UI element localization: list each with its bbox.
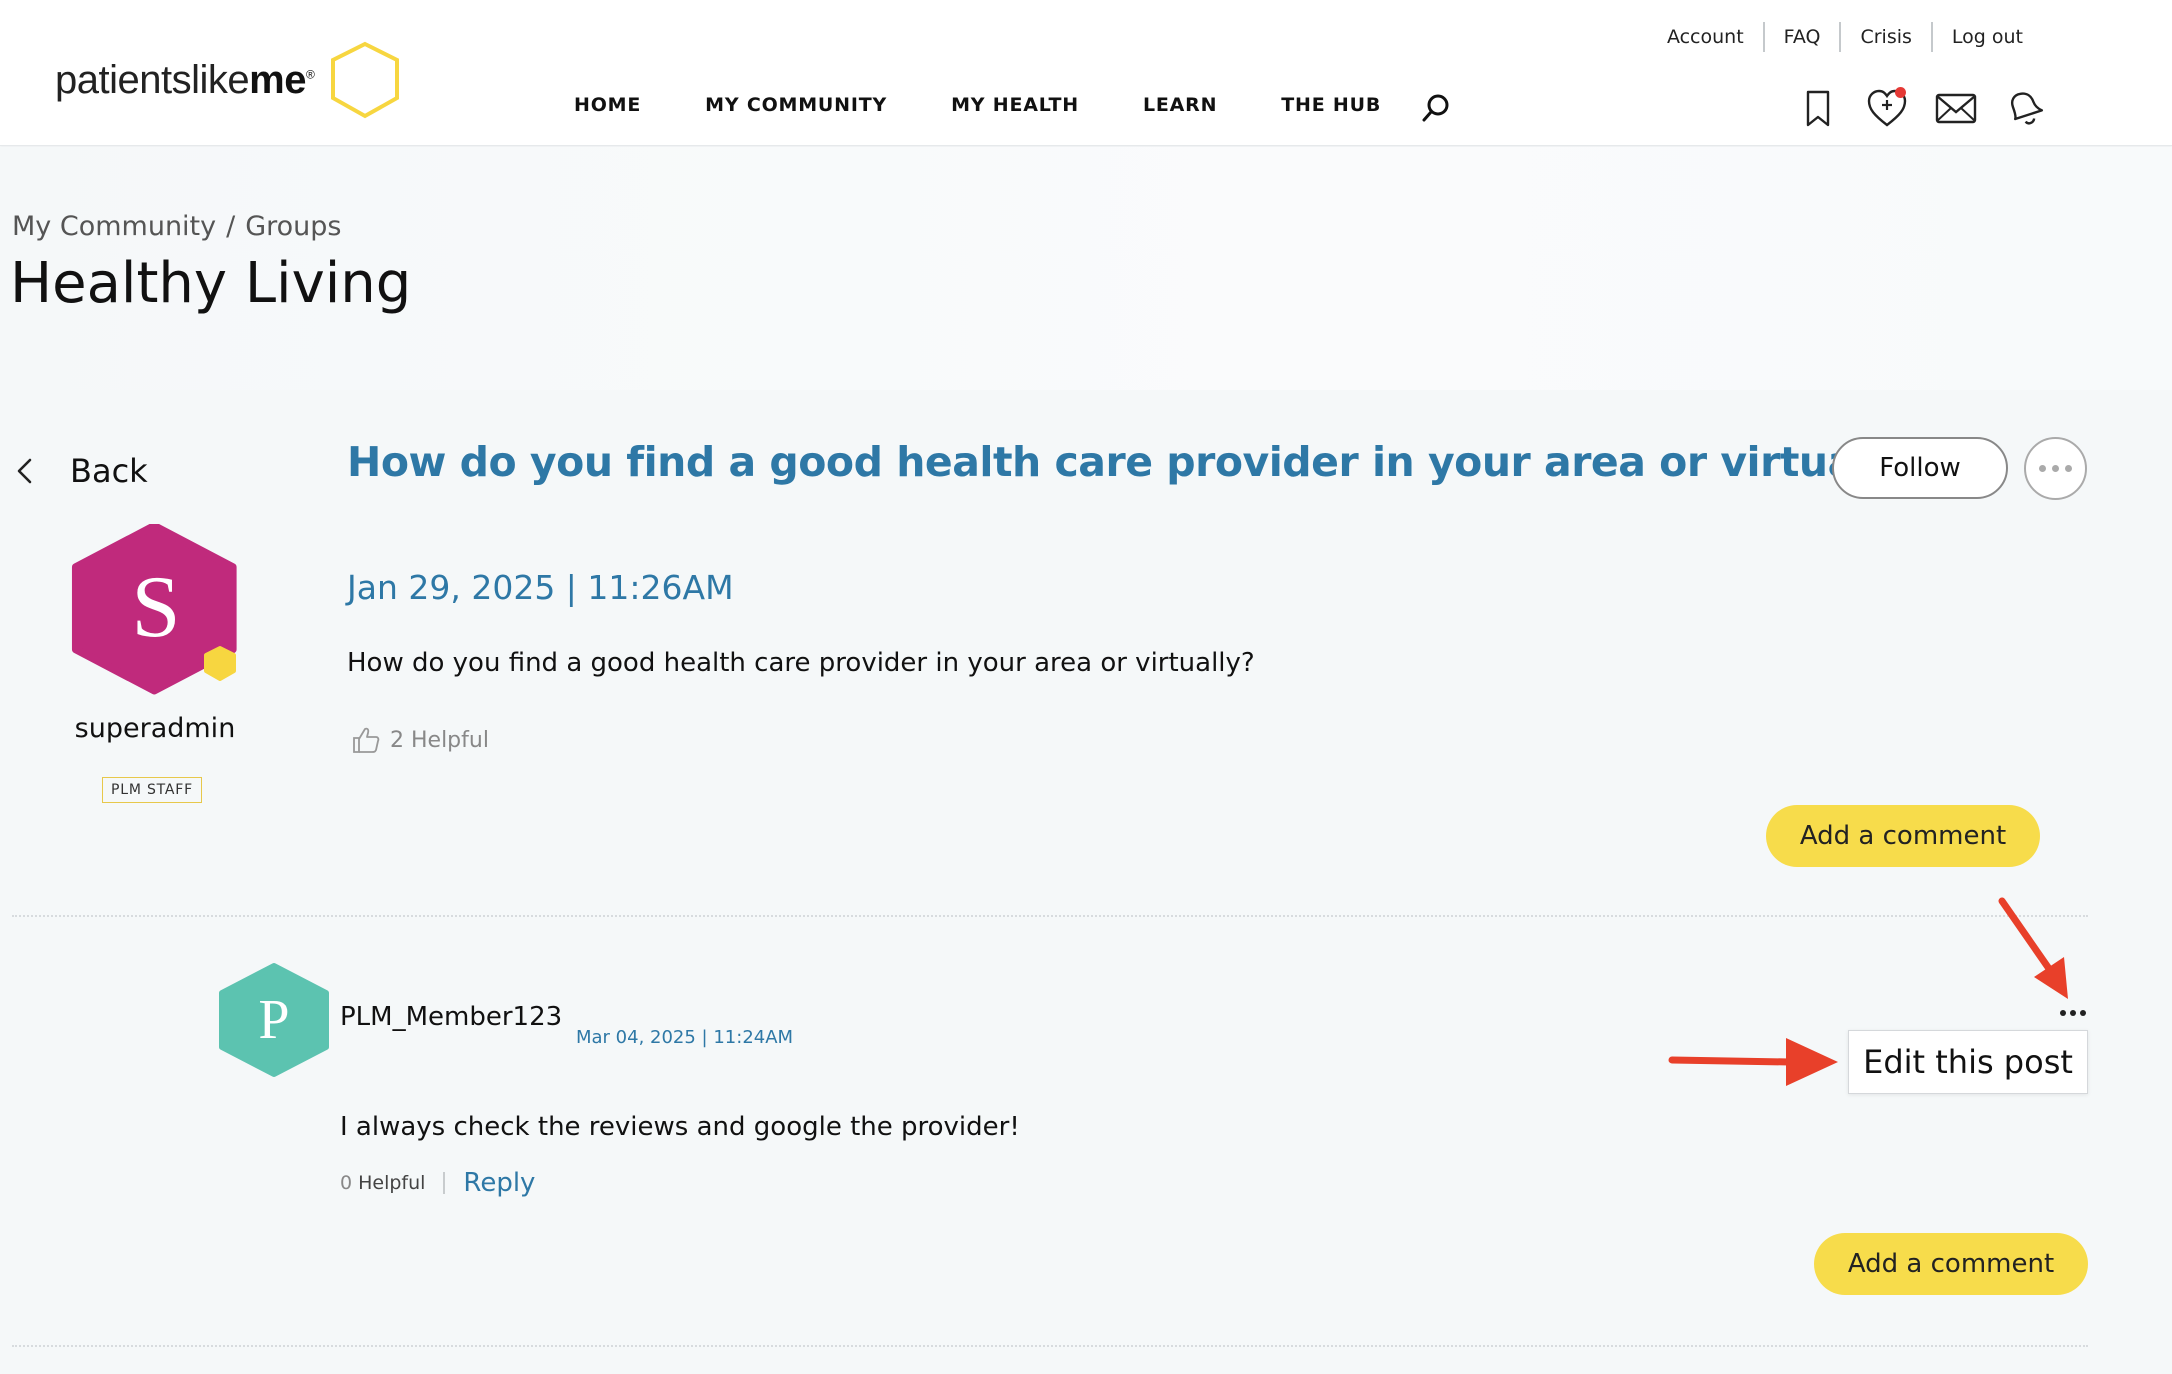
nav-learn[interactable]: LEARN [1143,94,1217,116]
mail-icon[interactable] [1933,85,1979,131]
comment-author-name[interactable]: PLM_Member123 [340,1002,562,1032]
staff-hex-badge [204,646,236,681]
dot [2070,1010,2076,1016]
breadcrumb-separator: / [226,211,236,242]
nav-my-health[interactable]: MY HEALTH [951,94,1079,116]
comment-body: I always check the reviews and google th… [340,1112,1020,1142]
main-navigation: HOME MY COMMUNITY MY HEALTH LEARN THE HU… [574,94,1445,116]
patientslikeme-logo[interactable]: patientslikeme® [55,40,399,120]
back-button[interactable]: Back [14,452,148,490]
comment-helpful-count: 0 [340,1172,353,1194]
helpful-count: 2 Helpful [390,727,489,753]
back-label: Back [70,452,148,490]
add-comment-button[interactable]: Add a comment [1766,805,2040,867]
comment-more-options-button[interactable] [2058,1010,2088,1016]
author-name[interactable]: superadmin [0,713,310,744]
dot [2052,465,2059,472]
page-title: Healthy Living [10,251,412,316]
crisis-link[interactable]: Crisis [1841,26,1930,48]
comment-helpful-button[interactable]: Helpful [358,1172,425,1194]
annotation-arrow-icon [1668,1038,1838,1086]
logo-hexagon-icon [331,41,399,119]
divider [12,1345,2088,1347]
divider [12,915,2088,917]
post-content: Back S superadmin PLM STAFF How do you f… [0,390,2172,1374]
thumbs-up-icon [353,727,380,753]
comment-date: Mar 04, 2025 | 11:24AM [576,1027,794,1048]
dot [2039,465,2046,472]
dot [2065,465,2072,472]
avatar[interactable]: P [216,962,332,1078]
chevron-left-icon [17,458,32,484]
post-date: Jan 29, 2025 | 11:26AM [347,568,734,607]
logo-text-thin: patientslike [55,57,250,102]
dot [2060,1010,2066,1016]
avatar-initial: S [132,559,181,656]
bookmark-icon[interactable] [1795,85,1841,131]
breadcrumb-my-community[interactable]: My Community [12,211,216,242]
site-header: patientslikeme® Account FAQ Crisis Log o… [0,0,2172,146]
annotation-arrow-icon [1998,897,2068,999]
nav-the-hub[interactable]: THE HUB [1281,94,1381,116]
breadcrumb: My Community / Groups [12,211,342,242]
plm-staff-badge: PLM STAFF [102,777,202,803]
follow-button[interactable]: Follow [1832,437,2008,499]
post-title: How do you find a good health care provi… [347,438,1932,486]
search-icon[interactable] [1420,92,1452,124]
breadcrumb-groups[interactable]: Groups [245,211,341,242]
comment-actions: 0 Helpful Reply [340,1168,535,1198]
avatar[interactable]: S [70,524,242,696]
logo-wordmark: patientslikeme® [55,57,315,103]
bell-icon[interactable] [2002,85,2048,131]
post-body: How do you find a good health care provi… [347,648,1255,678]
header-icon-bar [1795,85,2071,131]
helpful-button[interactable]: 2 Helpful [350,725,489,755]
reply-link[interactable]: Reply [463,1168,535,1198]
faq-link[interactable]: FAQ [1765,26,1840,48]
post-more-options-button[interactable] [2024,437,2087,500]
dot [2080,1010,2086,1016]
logout-link[interactable]: Log out [1933,26,2042,48]
page-header: My Community / Groups Healthy Living [0,147,2172,390]
account-link[interactable]: Account [1648,26,1763,48]
nav-home[interactable]: HOME [574,94,641,116]
add-comment-button[interactable]: Add a comment [1814,1233,2088,1295]
nav-my-community[interactable]: MY COMMUNITY [705,94,887,116]
divider [443,1172,446,1194]
notification-dot [1895,87,1906,98]
heart-plus-button[interactable] [1864,85,1910,131]
avatar-initial: P [258,989,289,1051]
utility-links: Account FAQ Crisis Log out [1648,22,2042,52]
edit-post-menu-item[interactable]: Edit this post [1848,1030,2088,1094]
